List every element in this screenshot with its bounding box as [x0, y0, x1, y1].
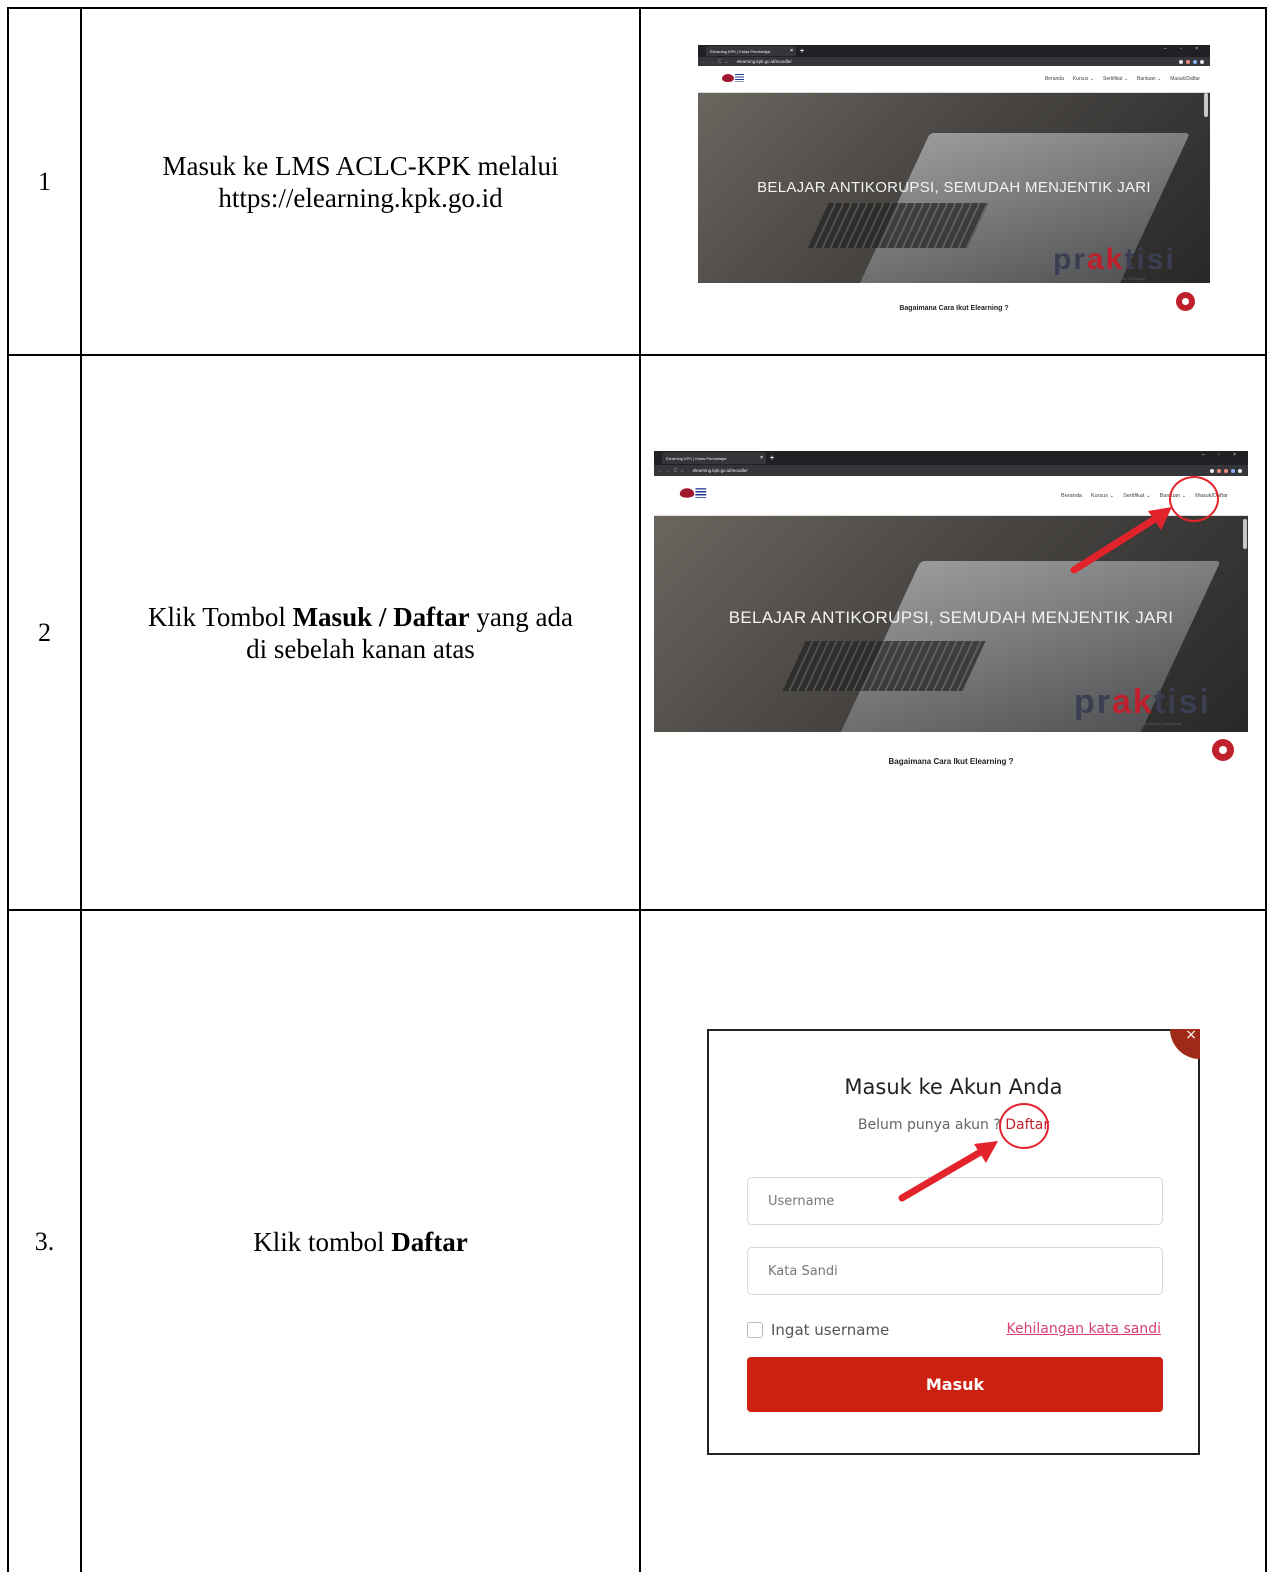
new-tab-icon[interactable]: + [770, 455, 774, 462]
nav-item-beranda[interactable]: Beranda [1045, 76, 1064, 82]
login-button[interactable]: Masuk [747, 1357, 1163, 1412]
close-icon[interactable]: × [760, 455, 763, 461]
close-icon: × [1185, 1027, 1197, 1043]
password-input[interactable]: Kata Sandi [747, 1247, 1163, 1295]
step-description: Klik Tombol Masuk / Daftar yang ada di s… [82, 356, 639, 909]
nav-arrows-icon[interactable]: ←→C⌂ [658, 468, 687, 474]
window-controls[interactable]: – ▫ × [1202, 452, 1242, 458]
keyboard-image [807, 203, 989, 248]
browser-tab-strip: Elearning KPK | Kelas Pembelajar × + – ▫ … [654, 451, 1248, 465]
step-description-line: Masuk ke LMS ACLC-KPK melalui [162, 150, 559, 181]
address-bar: ←→C⌂ elearning.kpk.go.id/moodle/ [698, 57, 1210, 66]
step-description-line: https://elearning.kpk.go.id [218, 182, 503, 213]
new-tab-icon[interactable]: + [800, 48, 804, 55]
remember-label: Ingat username [771, 1321, 890, 1339]
site-nav: Beranda Kursus ⌄ Sertifikat ⌄ Bantuan ⌄ … [1045, 66, 1200, 92]
button-name: Daftar [391, 1226, 468, 1257]
scrollbar[interactable] [1204, 93, 1208, 117]
step-description-line: Klik tombol Daftar [253, 1226, 467, 1258]
pointer-arrow-icon [1070, 507, 1172, 574]
step-number: 2 [38, 617, 51, 647]
nav-item-bantuan[interactable]: Bantuan ⌄ [1137, 76, 1161, 82]
nav-item-kursus[interactable]: Kursus ⌄ [1073, 76, 1094, 82]
register-prompt: Belum punya akun ? Daftar [709, 1117, 1198, 1133]
close-icon[interactable]: × [790, 48, 793, 54]
extension-icons[interactable] [1179, 59, 1204, 64]
url-text[interactable]: elearning.kpk.go.id/moodle/ [693, 468, 748, 473]
text: Klik tombol [253, 1226, 392, 1257]
hero-title: BELAJAR ANTIKORUPSI, SEMUDAH MENJENTIK J… [757, 179, 1151, 196]
chat-icon[interactable] [1176, 292, 1195, 311]
url-text[interactable]: elearning.kpk.go.id/moodle/ [737, 59, 792, 64]
logo-icon [722, 73, 744, 83]
logo-icon [679, 487, 707, 499]
scrollbar[interactable] [1243, 519, 1247, 549]
tab-title: Elearning KPK | Kelas Pembelajar [710, 48, 771, 54]
step-number: 1 [38, 166, 51, 196]
browser-screenshot: Elearning KPK | Kelas Pembelajar × + – ▫ … [654, 451, 1248, 777]
step-description: Masuk ke LMS ACLC-KPK melalui https://el… [82, 9, 639, 354]
section-heading: Bagaimana Cara Ikut Elearning ? [888, 757, 1014, 766]
browser-screenshot: Elearning KPK | Kelas Pembelajar × + – ▫ … [698, 45, 1210, 317]
browser-tab[interactable]: Elearning KPK | Kelas Pembelajar × [706, 46, 796, 56]
hero-title: BELAJAR ANTIKORUPSI, SEMUDAH MENJENTIK J… [728, 608, 1174, 627]
praktisi-tagline: Pembelajaran Antikorupsi Digital Terinte… [1076, 277, 1146, 281]
forgot-password-link[interactable]: Kehilangan kata sandi [1007, 1321, 1161, 1337]
highlight-circle [999, 1103, 1049, 1149]
text: Klik Tombol [147, 601, 293, 632]
nav-item-beranda[interactable]: Beranda [1061, 493, 1082, 499]
step-description-line: di sebelah kanan atas [246, 633, 475, 664]
text: yang ada [469, 601, 574, 632]
nav-item-kursus[interactable]: Kursus ⌄ [1091, 493, 1114, 499]
nav-arrows-icon[interactable]: ←→C⌂ [702, 59, 731, 65]
nav-item-sertifikat[interactable]: Sertifikat ⌄ [1123, 493, 1151, 499]
pointer-arrow-icon [898, 1141, 998, 1202]
extension-icons[interactable] [1210, 468, 1242, 473]
nav-item-sertifikat[interactable]: Sertifikat ⌄ [1103, 76, 1128, 82]
step-description-line: Klik Tombol Masuk / Daftar yang ada [148, 601, 573, 633]
browser-tab-strip: Elearning KPK | Kelas Pembelajar × + – ▫ … [698, 45, 1210, 57]
remember-username[interactable]: Ingat username [747, 1321, 889, 1339]
chat-icon[interactable] [1212, 739, 1234, 761]
address-bar: ←→C⌂ elearning.kpk.go.id/moodle/ [654, 465, 1248, 476]
window-controls[interactable]: – ▫ × [1164, 46, 1204, 52]
button-name: Masuk / Daftar [292, 601, 470, 632]
table-border [639, 7, 641, 1572]
step-description: Klik tombol Daftar [82, 911, 639, 1572]
step-number: 3. [34, 1226, 55, 1256]
login-modal: × Masuk ke Akun Anda Belum punya akun ? … [707, 1027, 1200, 1455]
nav-item-masuk-daftar[interactable]: Masuk/Daftar [1170, 76, 1200, 82]
praktisi-logo: praktisi [1074, 683, 1211, 721]
keyboard-image [782, 641, 986, 691]
praktisi-logo: praktisi [1053, 243, 1176, 276]
praktisi-tagline: Pembelajaran Antikorupsi Digital Terinte… [1102, 721, 1182, 726]
section-heading: Bagaimana Cara Ikut Elearning ? [899, 305, 1009, 312]
text: Belum punya akun ? [857, 1117, 1006, 1133]
table-border [1265, 7, 1267, 1572]
tab-title: Elearning KPK | Kelas Pembelajar [666, 455, 727, 461]
remember-checkbox[interactable] [747, 1322, 763, 1338]
site-header: Beranda Kursus ⌄ Sertifikat ⌄ Bantuan ⌄ … [698, 66, 1210, 93]
close-button[interactable]: × [1170, 1027, 1200, 1059]
browser-tab[interactable]: Elearning KPK | Kelas Pembelajar × [662, 452, 766, 464]
login-title: Masuk ke Akun Anda [844, 1075, 1063, 1099]
